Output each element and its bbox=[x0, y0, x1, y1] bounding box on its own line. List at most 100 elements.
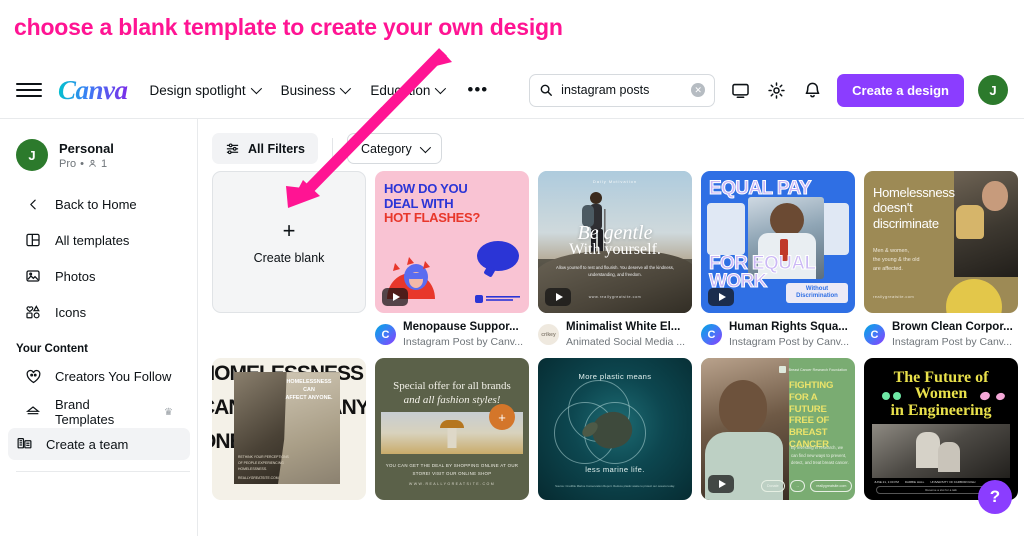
monitor-icon[interactable] bbox=[729, 79, 751, 101]
sidebar-item-brand-templates[interactable]: Brand Templates ♛ bbox=[8, 395, 189, 429]
create-blank-thumb[interactable]: + Create blank bbox=[212, 171, 366, 313]
user-avatar[interactable]: J bbox=[978, 75, 1008, 105]
poster-line: DEAL WITH bbox=[384, 195, 454, 211]
portrait-head bbox=[719, 380, 767, 435]
more-menu-icon[interactable]: ••• bbox=[467, 81, 488, 98]
search-input[interactable]: instagram posts bbox=[561, 83, 683, 97]
shapes-icon bbox=[24, 303, 42, 321]
template-subtitle: Animated Social Media ... bbox=[566, 335, 686, 348]
template-card[interactable]: Daily Motivation Be gentle With yourself… bbox=[538, 171, 692, 349]
decor-bar bbox=[707, 203, 745, 255]
top-header: Canva Design spotlight Business Educatio… bbox=[0, 62, 1024, 118]
sidebar-item-label: Create a team bbox=[46, 436, 129, 452]
sidebar-nav: Back to Home All templates Photos Icons … bbox=[0, 187, 197, 429]
author-avatar: crikey bbox=[538, 324, 559, 346]
poster-line: Special offer for all brands bbox=[393, 380, 511, 393]
sidebar-item-back-to-home[interactable]: Back to Home bbox=[8, 187, 189, 221]
template-thumbnail[interactable]: Breast Cancer Research Foundation FIGHTI… bbox=[701, 358, 855, 501]
sidebar: J Personal Pro • 1 Back to Home All temp… bbox=[0, 119, 198, 536]
crown-icon: ♛ bbox=[164, 406, 173, 418]
portrait-head bbox=[770, 203, 804, 237]
template-thumbnail[interactable]: EQUAL PAY FOR EQUAL WORK Without Discrim… bbox=[701, 171, 855, 313]
poster-line: FIGHTING FOR A bbox=[789, 380, 834, 403]
template-card[interactable]: More plastic means less marine life. Sou… bbox=[538, 358, 692, 501]
template-card[interactable]: Special offer for all brands and all fas… bbox=[375, 358, 529, 501]
poster-buttons: Donate → reallygreatsite.com bbox=[761, 480, 853, 493]
template-thumbnail[interactable]: More plastic means less marine life. Sou… bbox=[538, 358, 692, 501]
template-thumbnail[interactable]: The Future of Women in Engineering JUNE … bbox=[864, 358, 1018, 501]
video-play-badge[interactable] bbox=[545, 288, 571, 306]
sidebar-divider bbox=[16, 471, 190, 472]
sidebar-item-all-templates[interactable]: All templates bbox=[8, 223, 189, 257]
video-play-badge[interactable] bbox=[382, 288, 408, 306]
hamburger-icon[interactable] bbox=[16, 77, 42, 103]
template-card[interactable]: HOW DO YOU DEAL WITH HOT FLASHES? C Meno… bbox=[375, 171, 529, 349]
poster-eyebrow: Daily Motivation bbox=[592, 179, 638, 184]
search-box[interactable]: instagram posts ✕ bbox=[529, 73, 716, 107]
photo-icon bbox=[24, 267, 42, 285]
chevron-down-icon bbox=[419, 141, 431, 153]
nav-label: Business bbox=[280, 82, 336, 98]
template-title: Minimalist White El... bbox=[566, 321, 681, 333]
main-content: All Filters Category + Create blank HOW … bbox=[198, 119, 1024, 536]
account-block[interactable]: J Personal Pro • 1 bbox=[0, 135, 197, 171]
sidebar-item-create-a-team[interactable]: Create a team bbox=[8, 428, 190, 460]
nav-design-spotlight[interactable]: Design spotlight bbox=[149, 82, 262, 98]
template-thumbnail[interactable]: Homelessness doesn't discriminate Men & … bbox=[864, 171, 1018, 313]
template-thumbnail[interactable]: HOW DO YOU DEAL WITH HOT FLASHES? bbox=[375, 171, 529, 313]
create-blank-label: Create blank bbox=[253, 250, 325, 265]
template-card[interactable]: Homelessness doesn't discriminate Men & … bbox=[864, 171, 1018, 349]
templates-icon bbox=[24, 231, 42, 249]
video-play-badge[interactable] bbox=[708, 475, 734, 494]
gear-icon[interactable] bbox=[765, 79, 787, 101]
filter-divider bbox=[331, 137, 333, 160]
badge-line: Discrimination bbox=[796, 293, 838, 299]
brand-icon bbox=[24, 403, 42, 421]
chevron-left-icon bbox=[24, 195, 42, 213]
template-card[interactable]: Breast Cancer Research Foundation FIGHTI… bbox=[701, 358, 855, 501]
poster-line: less marine life. bbox=[585, 465, 645, 475]
bell-icon[interactable] bbox=[801, 79, 823, 101]
template-title: Human Rights Squa... bbox=[729, 321, 848, 333]
nav-education[interactable]: Education bbox=[370, 82, 447, 98]
figure-person bbox=[916, 432, 940, 469]
video-play-badge[interactable] bbox=[708, 288, 734, 306]
template-thumbnail[interactable]: HOMELESSNESS CAN AFFECT ANYONE HO CA HOM… bbox=[212, 358, 366, 501]
sidebar-item-icons[interactable]: Icons bbox=[8, 295, 189, 329]
template-subtitle: Instagram Post by Canv... bbox=[892, 335, 1013, 348]
template-card-create-blank[interactable]: + Create blank bbox=[212, 171, 366, 349]
card-caption: crikey Minimalist White El... Animated S… bbox=[538, 320, 692, 349]
template-thumbnail[interactable]: Special offer for all brands and all fas… bbox=[375, 358, 529, 501]
sliders-icon bbox=[226, 143, 239, 155]
chevron-down-icon bbox=[435, 82, 447, 95]
template-card[interactable]: HOMELESSNESS CAN AFFECT ANYONE HO CA HOM… bbox=[212, 358, 366, 501]
plan-label: Pro bbox=[59, 157, 77, 170]
clear-search-icon[interactable]: ✕ bbox=[691, 83, 706, 97]
annotation-text: choose a blank template to create your o… bbox=[14, 14, 563, 40]
thumbnail-artwork: More plastic means less marine life. Sou… bbox=[538, 358, 692, 500]
poster-line: HOT FLASHES? bbox=[384, 210, 481, 226]
template-card[interactable]: EQUAL PAY FOR EQUAL WORK Without Discrim… bbox=[701, 171, 855, 349]
card-caption: C Human Rights Squa... Instagram Post by… bbox=[701, 320, 855, 349]
poster-line: FUTURE FREE OF bbox=[789, 403, 830, 427]
canva-logo[interactable]: Canva bbox=[58, 76, 128, 104]
sidebar-item-label: Icons bbox=[55, 304, 87, 320]
all-filters-button[interactable]: All Filters bbox=[212, 133, 318, 164]
author-avatar: C bbox=[864, 324, 885, 346]
sidebar-item-photos[interactable]: Photos bbox=[8, 259, 189, 293]
poster-pill: → bbox=[789, 480, 806, 493]
create-a-design-button[interactable]: Create a design bbox=[837, 73, 964, 107]
sidebar-item-creators-you-follow[interactable]: Creators You Follow bbox=[8, 359, 189, 393]
poster-line: HOW DO YOU bbox=[384, 181, 468, 196]
nav-label: Design spotlight bbox=[149, 82, 246, 98]
umbrella-shape bbox=[440, 420, 464, 429]
help-button[interactable]: ? bbox=[978, 480, 1012, 514]
nav-business[interactable]: Business bbox=[280, 82, 352, 98]
sidebar-item-label: All templates bbox=[55, 232, 130, 248]
badge-line: Without bbox=[805, 286, 829, 293]
poster-line: With yourself. bbox=[569, 241, 661, 258]
template-card[interactable]: The Future of Women in Engineering JUNE … bbox=[864, 358, 1018, 501]
filter-bar: All Filters Category bbox=[198, 119, 1024, 167]
category-dropdown[interactable]: Category bbox=[346, 133, 442, 164]
template-thumbnail[interactable]: Daily Motivation Be gentle With yourself… bbox=[538, 171, 692, 313]
